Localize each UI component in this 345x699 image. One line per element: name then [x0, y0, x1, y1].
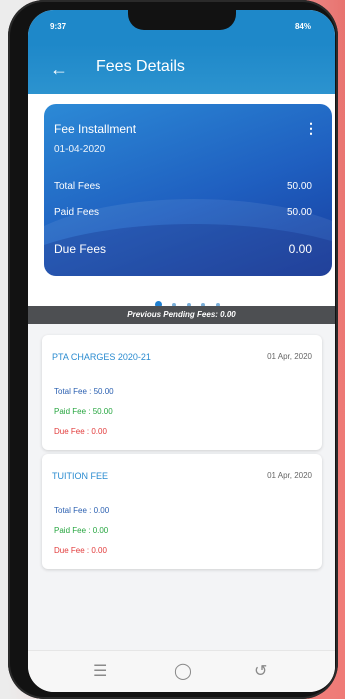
phone-frame: 9:37 84% ← Fees Details Fee Installment … [8, 0, 338, 699]
fee-item-due: Due Fee : 0.00 [54, 427, 107, 436]
status-time: 9:37 [50, 22, 67, 31]
menu-icon[interactable]: ☰ [93, 661, 107, 681]
fee-item-paid: Paid Fee : 50.00 [54, 407, 113, 416]
app-bar: ← Fees Details [28, 44, 335, 94]
back-icon[interactable]: ↺ [254, 661, 267, 681]
kebab-icon[interactable]: ⋮ [304, 120, 318, 137]
fee-item-date: 01 Apr, 2020 [267, 471, 312, 480]
card-date: 01-04-2020 [54, 144, 106, 155]
paid-fees-value: 50.00 [286, 207, 312, 218]
fee-item-total: Total Fee : 50.00 [54, 387, 114, 396]
fee-summary-card[interactable]: Fee Installment 01-04-2020 ⋮ Total Fees … [44, 104, 332, 276]
phone-screen: 9:37 84% ← Fees Details Fee Installment … [28, 10, 335, 692]
fee-item-title: TUITION FEE [52, 471, 108, 481]
fee-item-card[interactable]: TUITION FEE 01 Apr, 2020 Total Fee : 0.0… [42, 454, 322, 569]
fee-item-due: Due Fee : 0.00 [54, 546, 107, 555]
carousel-indicator [152, 296, 223, 309]
total-fees-label: Total Fees [54, 181, 101, 192]
fee-item-card[interactable]: PTA CHARGES 2020-21 01 Apr, 2020 Total F… [42, 335, 322, 450]
fee-item-title: PTA CHARGES 2020-21 [52, 352, 151, 362]
card-title: Fee Installment [54, 122, 137, 136]
due-fees-label: Due Fees [54, 242, 107, 256]
summary-section: Fee Installment 01-04-2020 ⋮ Total Fees … [28, 94, 335, 314]
fee-item-paid: Paid Fee : 0.00 [54, 526, 109, 535]
fee-item-total: Total Fee : 0.00 [54, 506, 110, 515]
camera-notch [128, 10, 236, 30]
due-fees-value: 0.00 [288, 242, 312, 256]
page-title: Fees Details [96, 58, 185, 75]
paid-fees-label: Paid Fees [54, 207, 100, 218]
back-arrow-icon[interactable]: ← [50, 58, 72, 80]
fee-item-date: 01 Apr, 2020 [267, 352, 312, 361]
battery-level: 84% [294, 22, 311, 31]
system-nav-bar: ☰ ◯ ↺ [28, 650, 335, 692]
total-fees-value: 50.00 [286, 181, 312, 192]
pending-fees-banner: Previous Pending Fees: 0.00 [28, 306, 335, 324]
home-icon[interactable]: ◯ [174, 661, 192, 681]
